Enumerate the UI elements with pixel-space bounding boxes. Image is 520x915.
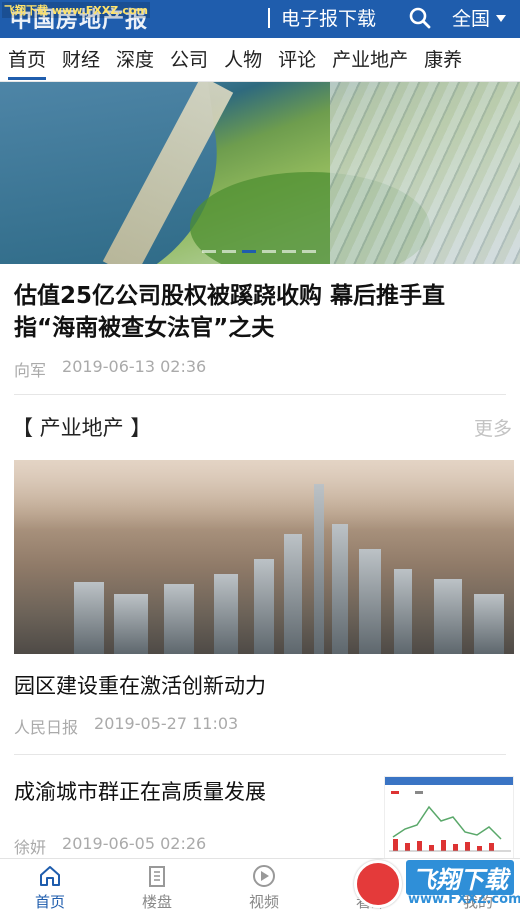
image-tower	[394, 569, 412, 654]
top-article-title[interactable]: 估值25亿公司股权被蹊跷收购 幕后推手直指“海南被查女法官”之夫	[14, 280, 506, 344]
tab-finance[interactable]: 财经	[54, 38, 108, 81]
banner-city	[330, 82, 520, 264]
article-author: 向军	[14, 361, 47, 380]
article-time: 2019-06-13 02:36	[62, 357, 207, 376]
caret-down-icon	[496, 15, 507, 22]
nav-label: 楼盘	[141, 893, 172, 911]
article-time: 2019-06-05 02:26	[62, 834, 207, 853]
image-tower	[284, 534, 302, 654]
watermark-logo-icon	[354, 860, 402, 908]
play-icon	[253, 865, 275, 887]
carousel-indicator[interactable]	[262, 250, 276, 253]
channel-tabs: 首页 财经 深度 公司 人物 评论 产业地产 康养	[0, 38, 520, 82]
carousel-indicator[interactable]	[202, 250, 216, 253]
section-title: 【 产业地产 】	[12, 416, 152, 440]
watermark-badge-url: www.FXXZ.com	[408, 892, 520, 907]
region-selector[interactable]: 全国	[452, 4, 507, 31]
thumbnail-chart-image	[385, 777, 513, 852]
article-thumbnail[interactable]	[384, 776, 514, 860]
watermark-badge: 飞翔下载 www.FXXZ.com	[352, 858, 520, 915]
header-divider	[268, 8, 270, 28]
watermark-text: 飞翔下载 www.FXXZ.com	[2, 2, 150, 18]
watermark-badge-text: 飞翔下载	[406, 860, 514, 895]
article-cover-image[interactable]	[14, 460, 514, 654]
tab-home[interactable]: 首页	[0, 38, 54, 81]
carousel-indicator[interactable]	[222, 250, 236, 253]
carousel-indicator[interactable]	[282, 250, 296, 253]
search-icon[interactable]	[408, 6, 432, 30]
article-source: 徐妍	[14, 838, 47, 857]
building-icon	[149, 866, 165, 887]
carousel-indicator[interactable]	[302, 250, 316, 253]
tab-comment[interactable]: 评论	[270, 38, 324, 81]
image-tower	[434, 579, 462, 654]
article-meta: 徐妍 2019-06-05 02:26	[14, 834, 206, 858]
tab-health[interactable]: 康养	[416, 38, 470, 81]
image-tower	[359, 549, 381, 654]
app-header: 中国房地产报 飞翔下载 www.FXXZ.com 电子报下载 全国	[0, 0, 520, 38]
article-title[interactable]: 园区建设重在激活创新动力	[14, 670, 266, 700]
epaper-download-button[interactable]: 电子报下载	[281, 4, 376, 31]
carousel-indicator-active[interactable]	[242, 250, 256, 253]
top-article-meta: 向军 2019-06-13 02:36	[14, 357, 206, 381]
image-haze	[14, 460, 514, 530]
image-tower	[314, 484, 324, 654]
nav-label: 首页	[34, 893, 65, 911]
more-link[interactable]: 更多	[474, 414, 512, 441]
article-meta: 人民日报 2019-05-27 11:03	[14, 714, 238, 738]
article-time: 2019-05-27 11:03	[94, 714, 239, 733]
divider	[14, 394, 506, 395]
image-tower	[254, 559, 274, 654]
tab-depth[interactable]: 深度	[108, 38, 162, 81]
divider	[14, 754, 506, 755]
region-label: 全国	[452, 8, 491, 30]
tab-company[interactable]: 公司	[162, 38, 216, 81]
tab-industrial-realestate[interactable]: 产业地产	[324, 38, 416, 81]
nav-home[interactable]: 首页	[10, 863, 90, 912]
article-title[interactable]: 成渝城市群正在高质量发展	[14, 776, 266, 806]
image-tower	[114, 594, 148, 654]
image-tower	[474, 594, 504, 654]
image-tower	[74, 582, 104, 654]
nav-buildings[interactable]: 楼盘	[117, 863, 197, 912]
image-tower	[214, 574, 238, 654]
nav-label: 视频	[248, 893, 279, 911]
home-icon	[40, 866, 60, 886]
hero-banner-image[interactable]	[0, 82, 520, 264]
nav-video[interactable]: 视频	[224, 863, 304, 912]
tab-people[interactable]: 人物	[216, 38, 270, 81]
article-source: 人民日报	[14, 718, 79, 737]
image-tower	[332, 524, 348, 654]
image-tower	[164, 584, 194, 654]
